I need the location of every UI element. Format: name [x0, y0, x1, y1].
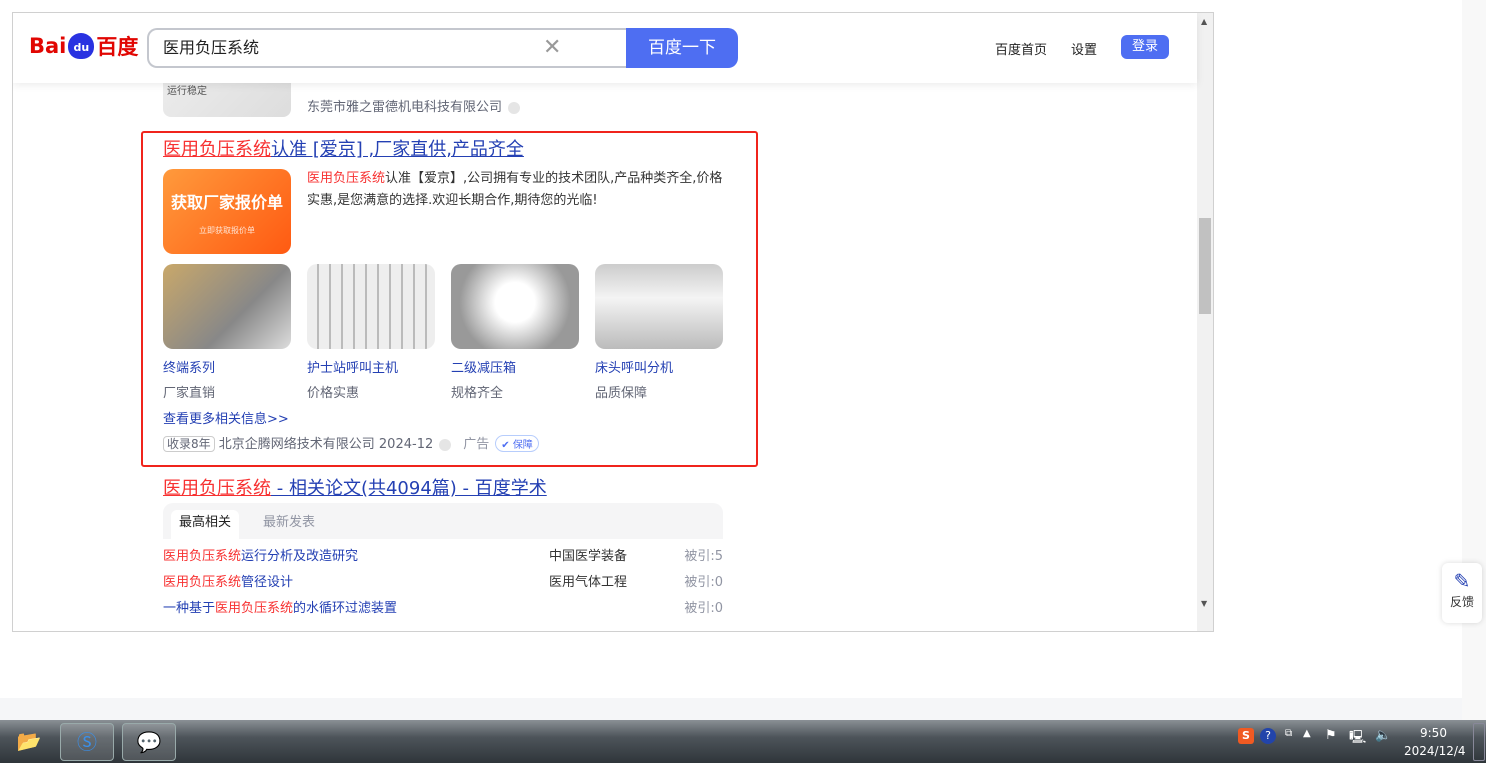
product-card[interactable]: 护士站呼叫主机 价格实惠	[307, 264, 435, 401]
wechat-icon[interactable]: 💬	[122, 723, 176, 761]
pen-icon: ✎	[1453, 569, 1471, 593]
prev-result-source: 东莞市雅之雷德机电科技有限公司	[307, 96, 521, 115]
product-card[interactable]: 终端系列 厂家直销	[163, 264, 291, 401]
ad-image[interactable]: 获取厂家报价单 立即获取报价单	[163, 169, 291, 254]
show-desktop-button[interactable]	[1473, 723, 1485, 761]
prev-image-caption: 运行稳定	[167, 86, 207, 97]
clock-time[interactable]: 9:50	[1420, 726, 1447, 740]
product-image[interactable]	[163, 264, 291, 349]
page-footer-strip	[0, 698, 1462, 720]
clock-date[interactable]: 2024/12/4	[1404, 744, 1466, 758]
scrollbar-thumb[interactable]	[1199, 218, 1211, 314]
vertical-scrollbar[interactable]	[1197, 13, 1213, 631]
guarantee-badge[interactable]: ✔ 保障	[495, 435, 539, 452]
ad-source: 收录8年 北京企腾网络技术有限公司 2024-12 广告 ✔ 保障	[163, 433, 539, 452]
product-card[interactable]: 床头呼叫分机 品质保障	[595, 264, 723, 401]
settings-link[interactable]: 设置	[1071, 39, 1097, 58]
dropdown-icon[interactable]	[508, 101, 521, 114]
product-card[interactable]: 二级减压箱 规格齐全	[451, 264, 579, 401]
taskbar: 📂 Ⓢ 💬 S ? ⧉ ▲ ⚑ 🖳 🔈 9:50 2024/12/4	[0, 720, 1486, 763]
sogou-ime-icon[interactable]: S	[1238, 728, 1254, 744]
search-button[interactable]: 百度一下	[626, 28, 738, 68]
baidu-logo[interactable]: Bai du 百度	[29, 31, 138, 61]
tab-most-relevant[interactable]: 最高相关	[171, 510, 240, 539]
sogou-browser-icon[interactable]: Ⓢ	[60, 723, 114, 761]
volume-icon[interactable]: 🔈	[1375, 728, 1391, 743]
feedback-button[interactable]: ✎ 反馈	[1442, 563, 1482, 623]
paper-row[interactable]: 一种基于医用负压系统的水循环过滤装置 被引:0	[163, 597, 723, 616]
paper-row[interactable]: 医用负压系统管径设计 医用气体工程 被引:0	[163, 571, 723, 590]
network-icon[interactable]: 🖳	[1349, 728, 1366, 750]
paper-row[interactable]: 医用负压系统运行分析及改造研究 中国医学装备 被引:5	[163, 545, 723, 564]
scroll-up-icon[interactable]: ▲	[1201, 17, 1207, 26]
product-image[interactable]	[595, 264, 723, 349]
product-image[interactable]	[307, 264, 435, 349]
action-center-icon[interactable]: ⚑	[1325, 728, 1337, 743]
ime-toggle-icon[interactable]: ⧉	[1285, 728, 1292, 739]
baidu-home-link[interactable]: 百度首页	[995, 39, 1047, 58]
tab-latest[interactable]: 最新发表	[255, 510, 323, 539]
clear-icon[interactable]: ✕	[543, 35, 561, 60]
search-header: Bai du 百度 医用负压系统 ✕ 百度一下 百度首页 设置 登录	[13, 13, 1197, 83]
start-icon[interactable]: 📂	[2, 723, 56, 761]
scholar-tabs: 最高相关 最新发表	[163, 503, 723, 539]
login-button[interactable]: 登录	[1121, 35, 1169, 59]
more-info-link[interactable]: 查看更多相关信息>>	[163, 408, 289, 427]
scroll-down-icon[interactable]: ▼	[1201, 599, 1207, 608]
dropdown-icon[interactable]	[439, 438, 452, 451]
ad-title[interactable]: 医用负压系统认准 [爱京] ,厂家直供,产品齐全	[163, 135, 524, 161]
show-hidden-icons[interactable]: ▲	[1303, 728, 1311, 739]
help-icon[interactable]: ?	[1260, 728, 1276, 744]
scholar-title[interactable]: 医用负压系统 - 相关论文(共4094篇) - 百度学术	[163, 474, 547, 500]
ad-description: 医用负压系统认准【爱京】,公司拥有专业的技术团队,产品种类齐全,价格实惠,是您满…	[307, 171, 723, 208]
product-image[interactable]	[451, 264, 579, 349]
browser-viewport: Bai du 百度 医用负压系统 ✕ 百度一下 百度首页 设置 登录 运行稳定 东莞…	[12, 12, 1214, 632]
